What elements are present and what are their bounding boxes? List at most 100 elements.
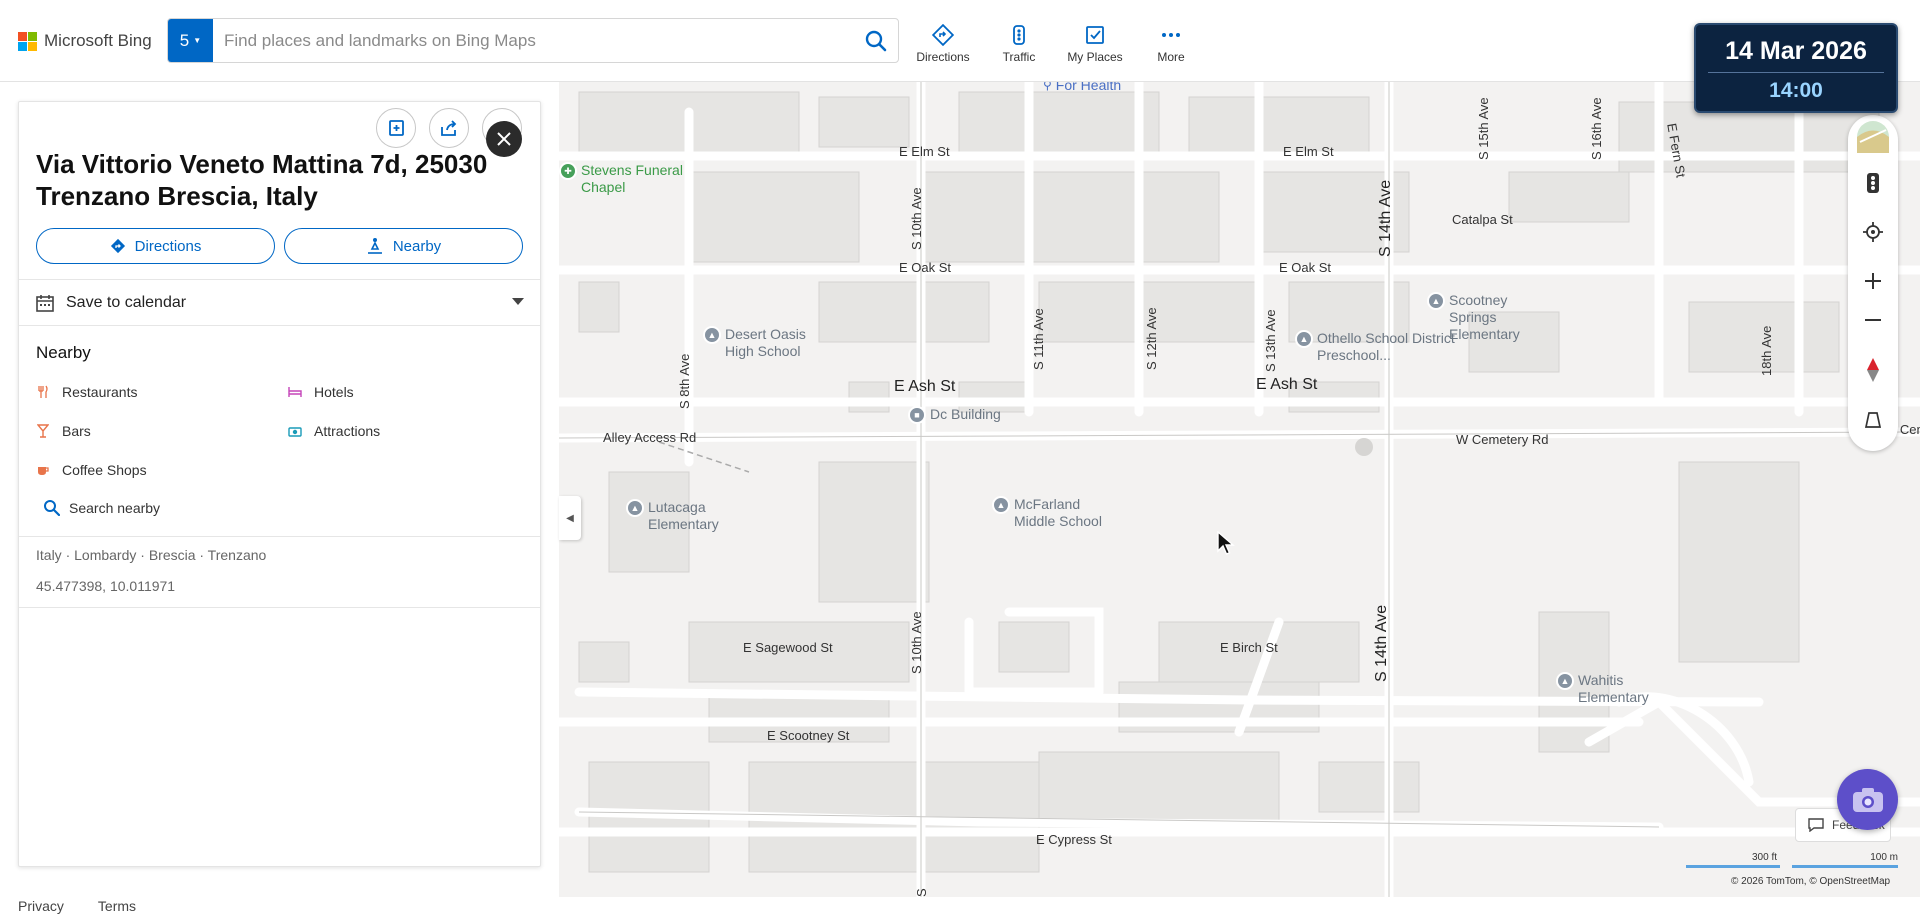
street-label: E Ash St	[894, 378, 956, 395]
poi-label: Desert Oasis High School	[725, 326, 806, 359]
compass-button[interactable]	[1860, 357, 1886, 383]
map-style-button[interactable]	[1855, 119, 1891, 155]
street-label: E Sagewood St	[743, 640, 833, 655]
collapse-panel-button[interactable]: ◀	[559, 496, 581, 540]
category-label: Attractions	[314, 423, 381, 439]
poi-label: Wahitis Elementary	[1578, 672, 1649, 705]
nav-directions[interactable]: Directions	[912, 24, 974, 68]
feedback-icon	[1808, 818, 1824, 832]
poi-for-health[interactable]: ⚲ For Health	[1043, 82, 1121, 94]
mouse-cursor-icon	[1217, 531, 1235, 555]
poi-wahitis-elementary[interactable]: ▲ Wahitis Elementary	[1556, 672, 1656, 706]
bing-logo[interactable]: Microsoft Bing	[18, 31, 152, 51]
search-input[interactable]	[224, 29, 824, 53]
results-count-button[interactable]: 5 ▼	[168, 19, 213, 62]
street-label: S 14th Ave	[1377, 179, 1394, 257]
street-label: E Oak St	[1279, 260, 1332, 275]
street-label: S 16th Ave	[1589, 97, 1604, 160]
search-nearby-link[interactable]: Search nearby	[43, 499, 160, 516]
microsoft-logo-icon	[18, 31, 37, 51]
street-label: E Ash St	[1256, 376, 1318, 393]
top-bar: Microsoft Bing 5 ▼ Directions Traffic	[0, 0, 1920, 82]
zoom-out-button[interactable]	[1860, 307, 1886, 333]
calendar-label: Save to calendar	[66, 294, 187, 311]
nearby-category-attractions[interactable]: Attractions	[288, 423, 380, 439]
datetime-divider	[1708, 72, 1884, 73]
place-details-panel: ⋮ Via Vittorio Veneto Mattina 7d, 25030 …	[18, 101, 541, 867]
nav-more[interactable]: More	[1140, 24, 1202, 68]
nearby-category-restaurants[interactable]: Restaurants	[36, 384, 137, 400]
directions-icon	[932, 24, 954, 46]
camera-button[interactable]	[1837, 769, 1898, 830]
scale-bar-m	[1792, 865, 1898, 868]
share-button[interactable]	[429, 108, 469, 148]
category-label: Hotels	[314, 384, 354, 400]
poi-desert-oasis-high-school[interactable]: ▲ Desert Oasis High School	[703, 326, 823, 360]
nav-traffic-label: Traffic	[1002, 50, 1036, 64]
time-text: 14:00	[1769, 79, 1823, 102]
nearby-button[interactable]: Nearby	[284, 228, 523, 264]
nearby-category-hotels[interactable]: Hotels	[288, 384, 354, 400]
street-label: E Birch St	[1220, 640, 1278, 655]
category-label: Bars	[62, 423, 91, 439]
poi-label: For Health	[1055, 82, 1122, 93]
divider	[19, 279, 540, 280]
locate-me-button[interactable]	[1860, 219, 1886, 245]
search-icon[interactable]	[864, 29, 888, 53]
save-place-button[interactable]	[376, 108, 416, 148]
street-label: S	[914, 888, 929, 897]
poi-scootney-springs-elementary[interactable]: ▲ Scootney Springs Elementary	[1427, 292, 1557, 343]
datetime-overlay: 14 Mar 2026 14:00	[1694, 23, 1898, 113]
add-to-places-icon	[389, 120, 404, 136]
directions-button[interactable]: Directions	[36, 228, 275, 264]
street-label: E Cypress St	[1036, 832, 1112, 847]
health-icon: ⚲	[1043, 82, 1052, 92]
poi-stevens-funeral-chapel[interactable]: ✚ Stevens Funeral Chapel	[559, 162, 699, 196]
poi-lutacaga-elementary[interactable]: ▲ Lutacaga Elementary	[626, 499, 736, 533]
share-icon	[441, 120, 457, 136]
search-nearby-label: Search nearby	[69, 499, 161, 516]
poi-label: Dc Building	[930, 406, 1001, 422]
poi-mcfarland-middle-school[interactable]: ▲ McFarland Middle School	[992, 496, 1112, 530]
close-panel-button[interactable]	[486, 121, 522, 157]
locate-icon	[1863, 222, 1883, 242]
date-text: 14 Mar 2026	[1725, 37, 1867, 65]
nearby-category-coffee-shops[interactable]: Coffee Shops	[36, 462, 147, 478]
poi-label: Stevens Funeral Chapel	[581, 162, 683, 195]
street-label: E Scootney St	[767, 728, 850, 743]
street-label: S 10th Ave	[909, 611, 924, 674]
terms-link[interactable]: Terms	[98, 898, 136, 914]
poi-label: Scootney Springs Elementary	[1449, 292, 1520, 342]
attraction-icon	[288, 424, 302, 438]
divider	[19, 325, 540, 326]
map-canvas[interactable]: E Elm St E Elm St E Oak St E Oak St E As…	[559, 82, 1920, 897]
nearby-category-bars[interactable]: Bars	[36, 423, 91, 439]
nav-my-places[interactable]: My Places	[1064, 24, 1126, 68]
tilt-view-button[interactable]	[1860, 407, 1886, 433]
street-label: S 13th Ave	[1263, 309, 1278, 372]
traffic-icon	[1867, 173, 1879, 193]
traffic-icon	[1013, 25, 1025, 45]
school-icon: ▲	[1295, 330, 1313, 348]
chevron-down-icon[interactable]	[512, 298, 524, 305]
directions-icon	[110, 238, 125, 254]
scale-bar-ft	[1686, 865, 1780, 868]
page-footer: Privacy Terms	[18, 898, 136, 914]
school-icon: ▲	[1556, 672, 1574, 690]
school-icon: ▲	[1427, 292, 1445, 310]
privacy-link[interactable]: Privacy	[18, 898, 64, 914]
save-to-calendar-row[interactable]: Save to calendar	[36, 290, 524, 316]
poi-dc-building[interactable]: ■ Dc Building	[908, 406, 1001, 424]
search-icon	[44, 500, 60, 516]
street-label: W Cemetery Rd	[1456, 432, 1549, 447]
nav-more-label: More	[1157, 50, 1185, 64]
hotel-icon	[288, 385, 302, 399]
zoom-in-button[interactable]	[1860, 268, 1886, 294]
traffic-layer-button[interactable]	[1860, 170, 1886, 196]
compass-icon	[1867, 358, 1879, 382]
poi-label: McFarland Middle School	[1014, 496, 1102, 529]
map-style-icon	[1857, 121, 1889, 153]
camera-icon	[1852, 787, 1883, 812]
nav-traffic[interactable]: Traffic	[988, 24, 1050, 68]
restaurant-icon	[36, 385, 50, 399]
